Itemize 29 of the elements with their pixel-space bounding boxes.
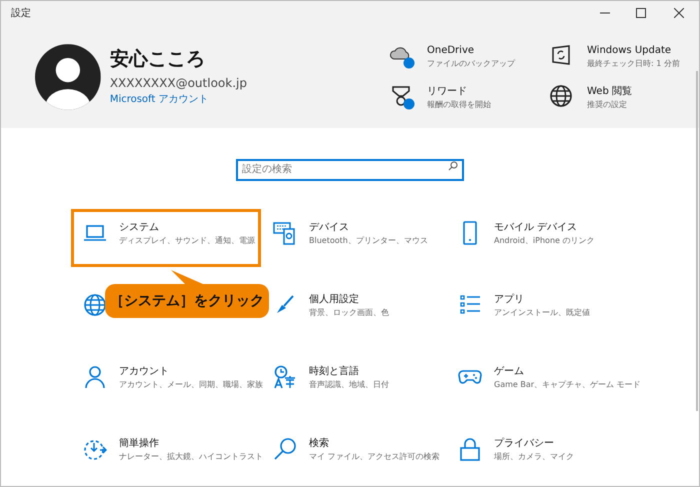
window-title: 設定 (11, 6, 31, 20)
category-subtitle: 場所、カメラ、マイク (494, 450, 575, 462)
link-subtitle: 報酬の取得を開始 (427, 98, 492, 110)
category-title: アカウント (119, 364, 170, 378)
category-subtitle: アカウント、メール、同期、職場、家族 (119, 378, 264, 390)
category-subtitle: Game Bar、キャプチャ、ゲーム モード (494, 378, 642, 390)
category-title: システム (119, 220, 160, 234)
link-subtitle: 推奨の設定 (587, 98, 628, 110)
user-email: XXXXXXXX@outlook.jp (110, 75, 248, 92)
category-title: モバイル デバイス (494, 220, 578, 234)
user-name: 安心こころ (110, 47, 206, 72)
category-title: 個人用設定 (309, 292, 360, 306)
category-title: ゲーム (494, 364, 525, 378)
category-subtitle: ナレーター、拡大鏡、ハイコントラスト (119, 450, 264, 462)
category-subtitle: 背景、ロック画面、色 (309, 306, 390, 318)
category-subtitle: マイ ファイル、アクセス許可の検索 (309, 450, 441, 462)
category-subtitle: ディスプレイ、サウンド、通知、電源 (119, 234, 256, 246)
link-subtitle: ファイルのバックアップ (427, 58, 516, 70)
category-title: 簡単操作 (119, 436, 160, 450)
category-title: 検索 (309, 436, 330, 450)
link-subtitle: 最終チェック日時: 1 分前 (587, 58, 681, 70)
category-subtitle: Bluetooth、プリンター、マウス (309, 234, 429, 246)
category-subtitle: 音声認識、地域、日付 (309, 378, 390, 390)
category-title: プライバシー (494, 436, 555, 450)
category-title: デバイス (309, 220, 350, 234)
category-subtitle: Android、iPhone のリンク (494, 234, 596, 246)
category-subtitle: アンインストール、既定値 (494, 306, 591, 318)
category-title: 時刻と言語 (309, 364, 360, 378)
category-title: アプリ (494, 292, 525, 306)
